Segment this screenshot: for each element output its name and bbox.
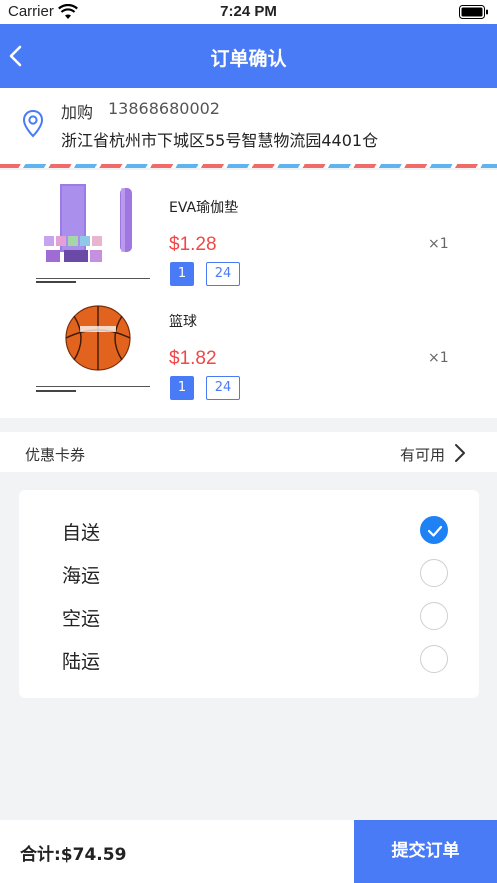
shipping-option-air[interactable]: 空运 <box>19 598 479 638</box>
shipping-option-label: 空运 <box>62 608 101 630</box>
product-name: EVA瑜伽垫 <box>169 200 239 216</box>
status-time: 7:24 PM <box>220 3 277 20</box>
shipping-option-label: 陆运 <box>62 651 101 673</box>
product-price: $1.82 <box>169 348 217 369</box>
radio-unchecked[interactable] <box>420 559 448 587</box>
battery-icon <box>459 5 488 19</box>
coupon-status: 有可用 <box>399 446 445 464</box>
recipient-phone: 13868680002 <box>108 99 220 118</box>
shipping-option-sea[interactable]: 海运 <box>19 555 479 595</box>
radio-checked[interactable] <box>420 516 448 544</box>
product-tag-filled: 1 <box>170 262 194 286</box>
product-list: EVA瑜伽垫 $1.28 ×1 1 24 篮球 $1.82 ×1 1 24 <box>0 170 497 418</box>
order-total: 合计:$74.59 <box>20 845 127 865</box>
basketball-image <box>30 292 154 402</box>
coupon-label: 优惠卡券 <box>25 446 86 464</box>
checkmark-icon <box>427 525 443 537</box>
shipping-option-self-delivery[interactable]: 自送 <box>19 512 479 552</box>
product-tag-filled: 1 <box>170 376 194 400</box>
submit-order-button[interactable]: 提交订单 <box>354 820 497 883</box>
status-bar: Carrier 7:24 PM <box>0 0 497 24</box>
chevron-right-icon <box>455 444 465 462</box>
coupon-row[interactable]: 优惠卡券 有可用 <box>0 432 497 472</box>
location-pin-icon <box>22 109 44 138</box>
shipping-option-label: 海运 <box>62 565 101 587</box>
product-tag-outline: 24 <box>206 376 240 400</box>
shipping-option-label: 自送 <box>62 522 101 544</box>
airmail-stripe-divider <box>0 164 497 168</box>
product-price: $1.28 <box>169 234 217 255</box>
address-card[interactable]: 加购 13868680002 浙江省杭州市下城区55号智慧物流园4401仓 <box>0 88 497 168</box>
address-detail: 浙江省杭州市下城区55号智慧物流园4401仓 <box>61 131 379 150</box>
page-title: 订单确认 <box>210 48 287 70</box>
nav-bar: 订单确认 <box>0 24 497 88</box>
shipping-method-card: 自送 海运 空运 陆运 <box>19 490 479 698</box>
radio-unchecked[interactable] <box>420 602 448 630</box>
recipient-name: 加购 <box>61 103 94 122</box>
product-quantity: ×1 <box>428 236 449 252</box>
shipping-option-land[interactable]: 陆运 <box>19 641 479 681</box>
list-item[interactable]: 篮球 $1.82 ×1 1 24 <box>0 284 497 402</box>
list-item[interactable]: EVA瑜伽垫 $1.28 ×1 1 24 <box>0 170 497 288</box>
checkout-bar: 合计:$74.59 提交订单 <box>0 820 497 883</box>
product-quantity: ×1 <box>428 350 449 366</box>
product-tag-outline: 24 <box>206 262 240 286</box>
product-name: 篮球 <box>169 314 197 330</box>
radio-unchecked[interactable] <box>420 645 448 673</box>
yoga-mat-image <box>30 178 154 288</box>
